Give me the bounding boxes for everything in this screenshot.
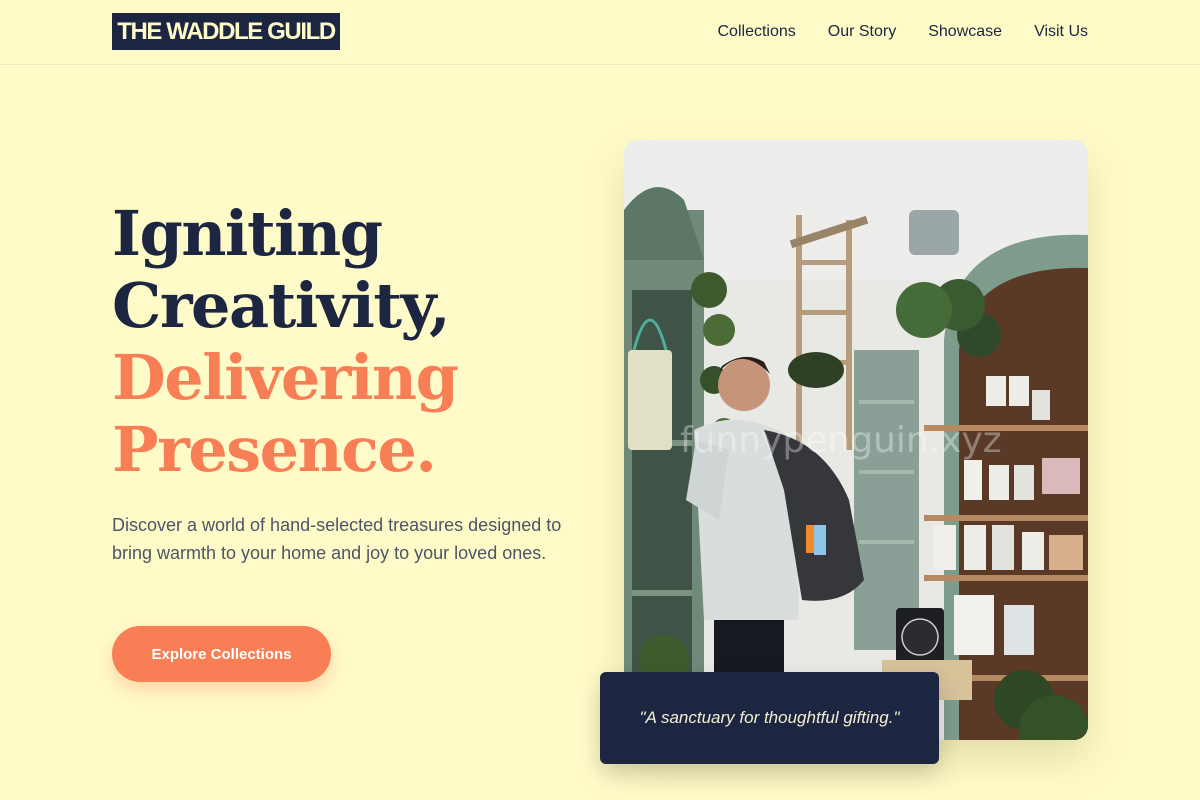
quote-text: "A sanctuary for thoughtful gifting.": [639, 708, 900, 727]
hero-description: Discover a world of hand-selected treasu…: [112, 515, 562, 563]
site-header: THE WADDLE GUILD Collections Our Story S…: [0, 0, 1200, 65]
shop-interior-illustration: [624, 140, 1088, 740]
explore-collections-button[interactable]: Explore Collections: [112, 626, 331, 682]
hero-title-line-3: Delivering: [112, 341, 459, 414]
hero-title-line-4: Presence.: [112, 413, 437, 486]
nav-link-showcase[interactable]: Showcase: [928, 21, 1002, 43]
nav-link-visit-us[interactable]: Visit Us: [1034, 21, 1088, 43]
quote-card: "A sanctuary for thoughtful gifting.": [600, 672, 939, 764]
nav-link-collections[interactable]: Collections: [718, 21, 796, 43]
hero-title: Igniting Creativity, Delivering Presence…: [112, 197, 459, 486]
hero-title-line-1: Igniting: [112, 197, 383, 270]
hero-title-line-2: Creativity,: [112, 269, 451, 342]
brand-logo[interactable]: THE WADDLE GUILD: [112, 13, 340, 50]
main-nav: Collections Our Story Showcase Visit Us: [718, 21, 1089, 43]
nav-link-our-story[interactable]: Our Story: [828, 21, 896, 43]
shop-photo: [624, 140, 1088, 740]
